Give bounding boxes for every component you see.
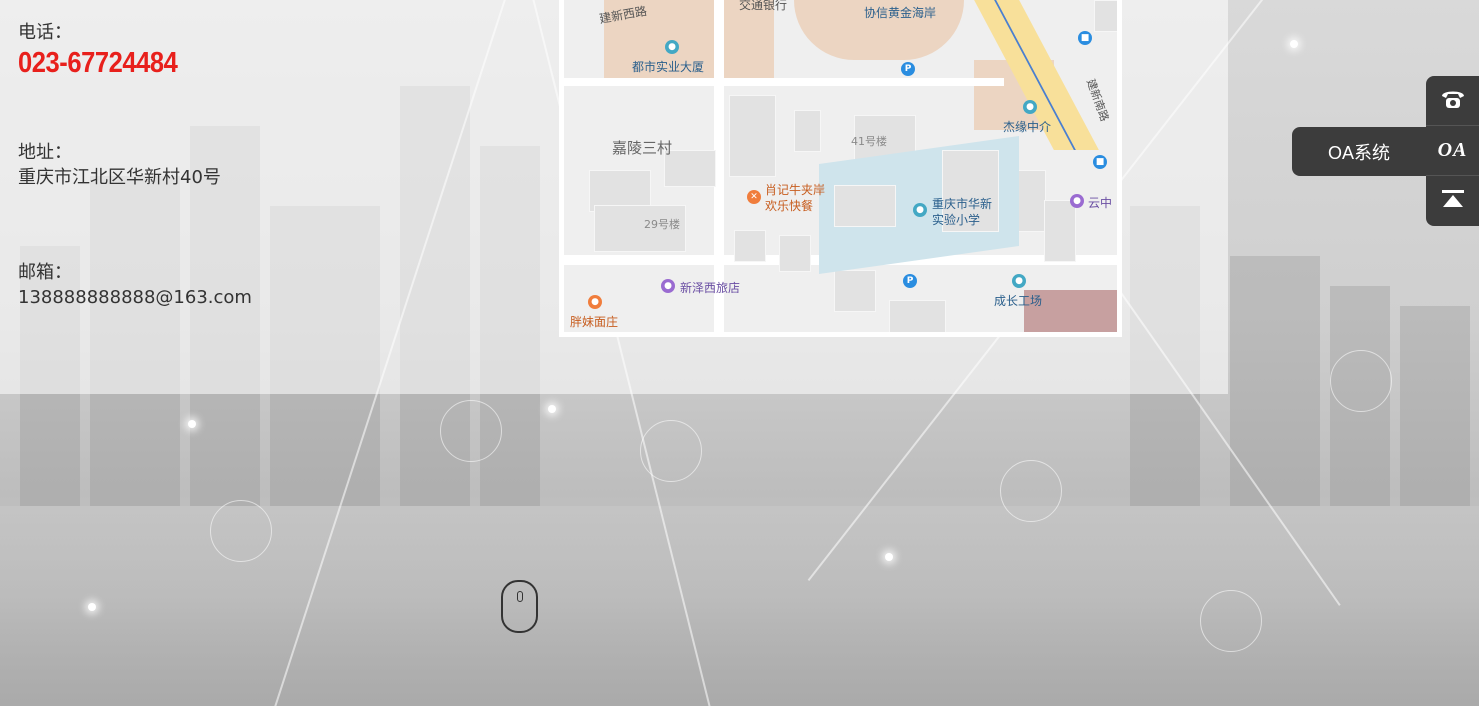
restaurant-icon: ● [588,295,602,309]
hotel-icon: ● [1070,194,1084,208]
school-icon: ● [913,203,927,217]
email-label: 邮箱： [18,262,72,283]
email-block: 邮箱： 138888888888@163.com [18,261,252,311]
map-label-xiexin: 协信黄金海岸 [864,6,937,20]
parking-icon: P [903,274,917,288]
phone-block: 电话： 023-67724484 [18,21,199,81]
map-label-xinze: 新泽西旅店 [680,281,741,295]
map-label-jieyuan: 杰缘中介 [1003,120,1052,134]
location-map[interactable]: 建新西路 交通银行 协信黄金海岸 ● 都市实业大厦 P 嘉陵三村 41号楼 ● … [564,0,1117,332]
restaurant-icon: ✕ [747,190,761,204]
bus-stop-icon: ■ [1093,155,1107,169]
parking-icon: P [901,62,915,76]
poi-icon: ● [665,40,679,54]
map-label-chengzhang: 成长工场 [994,294,1043,308]
map-label-school-1: 重庆市华新 [932,197,993,211]
map-label-school-2: 实验小学 [932,213,981,227]
phone-icon [1440,88,1466,114]
map-label-b41: 41号楼 [851,135,887,148]
oa-system-tooltip[interactable]: OA系统 [1292,127,1426,176]
phone-number: 023-67724484 [18,47,178,79]
address-value: 重庆市江北区华新村40号 [18,167,221,188]
map-label-pangmei: 胖妹面庄 [570,315,619,329]
map-label-b29: 29号楼 [644,218,680,231]
bus-stop-icon: ■ [1078,31,1092,45]
phone-button[interactable] [1426,76,1479,126]
oa-system-label: OA系统 [1327,142,1390,163]
map-label-jialing: 嘉陵三村 [612,139,673,157]
map-frame: 建新西路 交通银行 协信黄金海岸 ● 都市实业大厦 P 嘉陵三村 41号楼 ● … [559,0,1122,337]
oa-icon: OA [1437,139,1468,161]
map-label-road-south: 建新南路 [1083,77,1112,124]
side-toolbar: OA [1426,76,1479,226]
map-label-xiaoji-1: 肖记牛夹岸 [765,183,826,197]
mouse-scroll-icon[interactable] [501,580,538,633]
email-value: 138888888888@163.com [18,287,252,308]
phone-label: 电话： [18,22,72,43]
hotel-icon: ● [661,279,675,293]
back-to-top-icon [1441,189,1465,213]
map-label-bank: 交通银行 [739,0,788,12]
mouse-wheel [517,591,523,602]
oa-button[interactable]: OA [1426,126,1479,176]
map-label-dushi: 都市实业大厦 [632,60,705,74]
poi-icon: ● [1012,274,1026,288]
poi-icon: ● [1023,100,1037,114]
address-label: 地址： [18,142,72,163]
map-label-yunzhong: 云中 [1088,196,1113,210]
address-block: 地址： 重庆市江北区华新村40号 [18,141,221,191]
map-label-xiaoji-2: 欢乐快餐 [765,199,814,213]
back-to-top-button[interactable] [1426,176,1479,226]
